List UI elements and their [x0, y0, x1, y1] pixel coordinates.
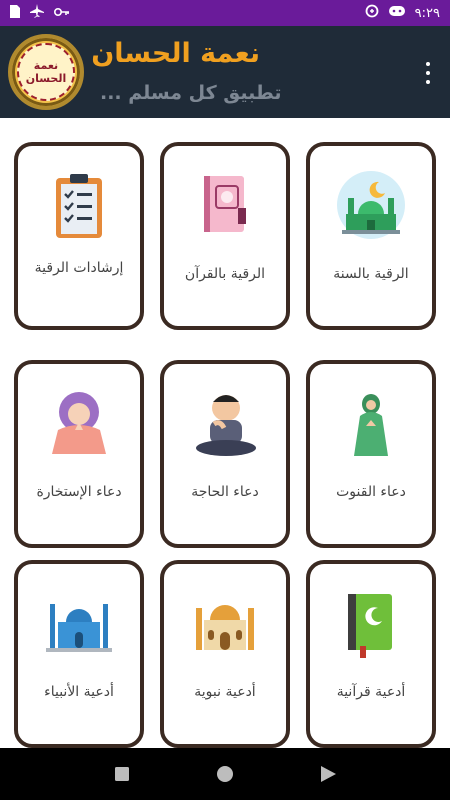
card-label: دعاء الإستخارة: [36, 484, 122, 500]
data-saver-icon: [365, 4, 379, 22]
blue-mosque-icon: [42, 586, 116, 660]
system-nav-bar: [0, 748, 450, 800]
card-label: دعاء الحاجة: [191, 484, 259, 500]
card-label: الرقية بالقرآن: [184, 266, 266, 282]
green-quran-icon: [334, 586, 408, 660]
card-dua-qunut[interactable]: دعاء القنوت: [306, 360, 436, 548]
card-label: أدعية قرآنية: [336, 684, 406, 700]
card-ruqyah-guidance[interactable]: إرشادات الرقية: [14, 142, 144, 330]
back-button[interactable]: [313, 759, 343, 789]
logo-text: نعمة الحسان: [17, 43, 75, 101]
recents-button[interactable]: [107, 759, 137, 789]
game-controller-icon: [388, 5, 405, 21]
card-label: أدعية الأنبياء: [44, 684, 114, 700]
status-left: [10, 4, 70, 22]
praying-boy-icon: [188, 386, 262, 460]
category-grid: الرقية بالسنة الرقية بالقرآن إرشادات الر…: [0, 118, 450, 748]
overflow-menu-icon[interactable]: [420, 62, 436, 84]
golden-mosque-icon: [188, 586, 262, 660]
card-label: أدعية نبوية: [194, 684, 256, 700]
mosque-crescent-icon: [334, 168, 408, 242]
card-label: إرشادات الرقية: [34, 260, 124, 276]
app-logo: نعمة الحسان: [8, 34, 84, 110]
airplane-mode-icon: [30, 4, 44, 22]
vpn-key-icon: [53, 6, 70, 21]
card-dua-hajah[interactable]: دعاء الحاجة: [160, 360, 290, 548]
card-prophets-duas[interactable]: أدعية الأنبياء: [14, 560, 144, 748]
praying-girl-icon: [42, 386, 116, 460]
status-time: ٩:٢٩: [414, 5, 440, 21]
home-button[interactable]: [210, 759, 240, 789]
card-ruqyah-quran[interactable]: الرقية بالقرآن: [160, 142, 290, 330]
card-label: دعاء القنوت: [336, 484, 406, 500]
app-title: نعمة الحسان: [91, 38, 260, 69]
status-right: ٩:٢٩: [365, 4, 440, 22]
card-dua-istikhara[interactable]: دعاء الإستخارة: [14, 360, 144, 548]
praying-woman-icon: [334, 386, 408, 460]
status-bar: ٩:٢٩: [0, 0, 450, 26]
app-subtitle: تطبيق كل مسلم ...: [100, 82, 282, 104]
quran-book-icon: [188, 168, 262, 242]
card-prophetic-duas[interactable]: أدعية نبوية: [160, 560, 290, 748]
clipboard-checklist-icon: [42, 168, 116, 242]
card-quranic-duas[interactable]: أدعية قرآنية: [306, 560, 436, 748]
card-ruqyah-sunnah[interactable]: الرقية بالسنة: [306, 142, 436, 330]
sim-card-icon: [10, 4, 20, 22]
card-label: الرقية بالسنة: [333, 266, 409, 282]
app-header: نعمة الحسان نعمة الحسان تطبيق كل مسلم ..…: [0, 26, 450, 118]
